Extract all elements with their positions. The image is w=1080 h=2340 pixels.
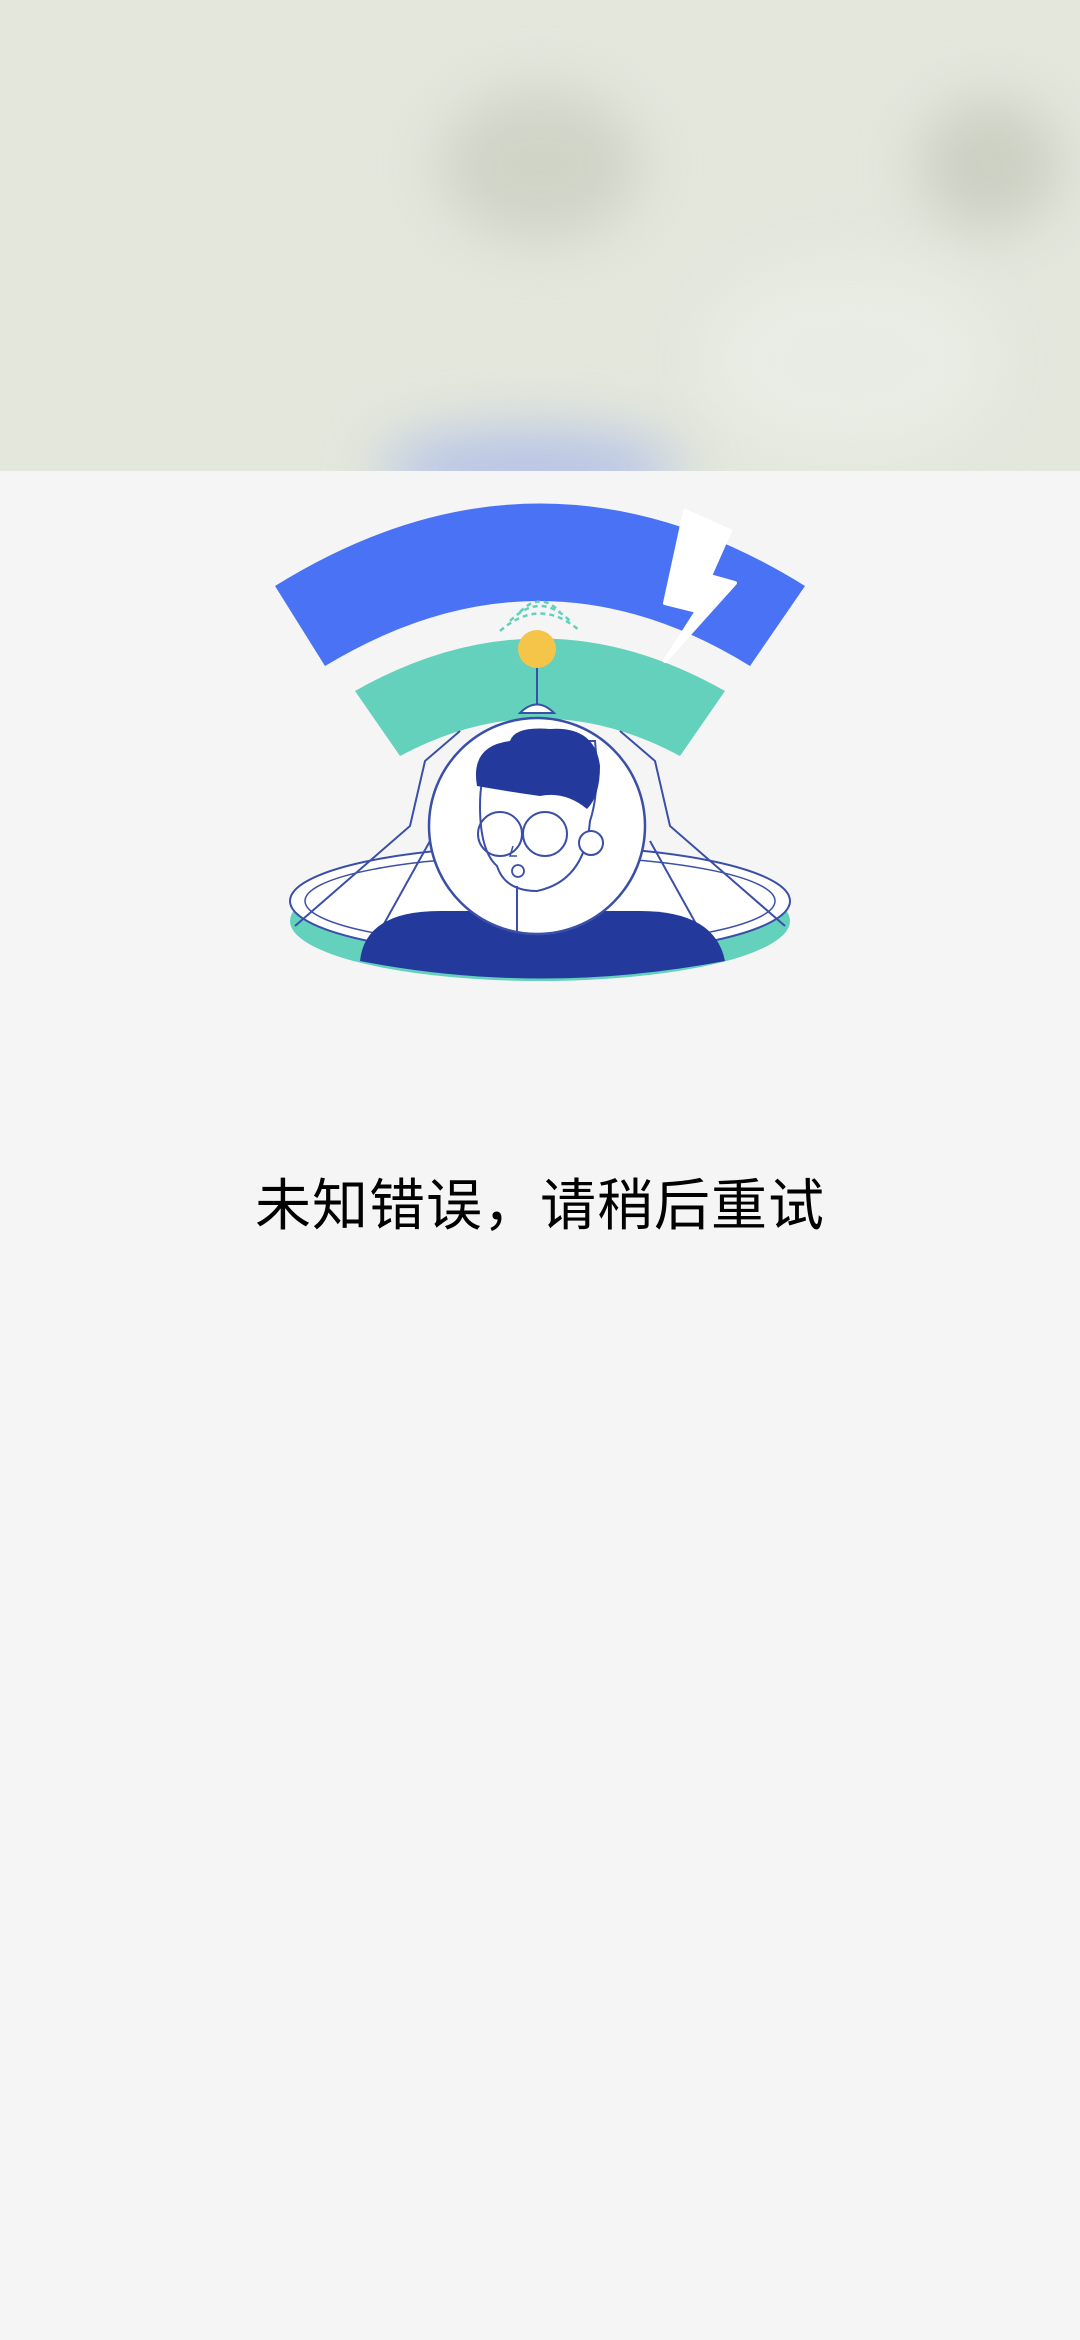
signal-dot: [518, 630, 556, 668]
error-page: 未知错误，请稍后重试: [0, 471, 1080, 2340]
error-message: 未知错误，请稍后重试: [255, 1174, 825, 1239]
blurred-banner-image: [0, 0, 1080, 471]
network-error-illustration-icon: [275, 503, 805, 981]
